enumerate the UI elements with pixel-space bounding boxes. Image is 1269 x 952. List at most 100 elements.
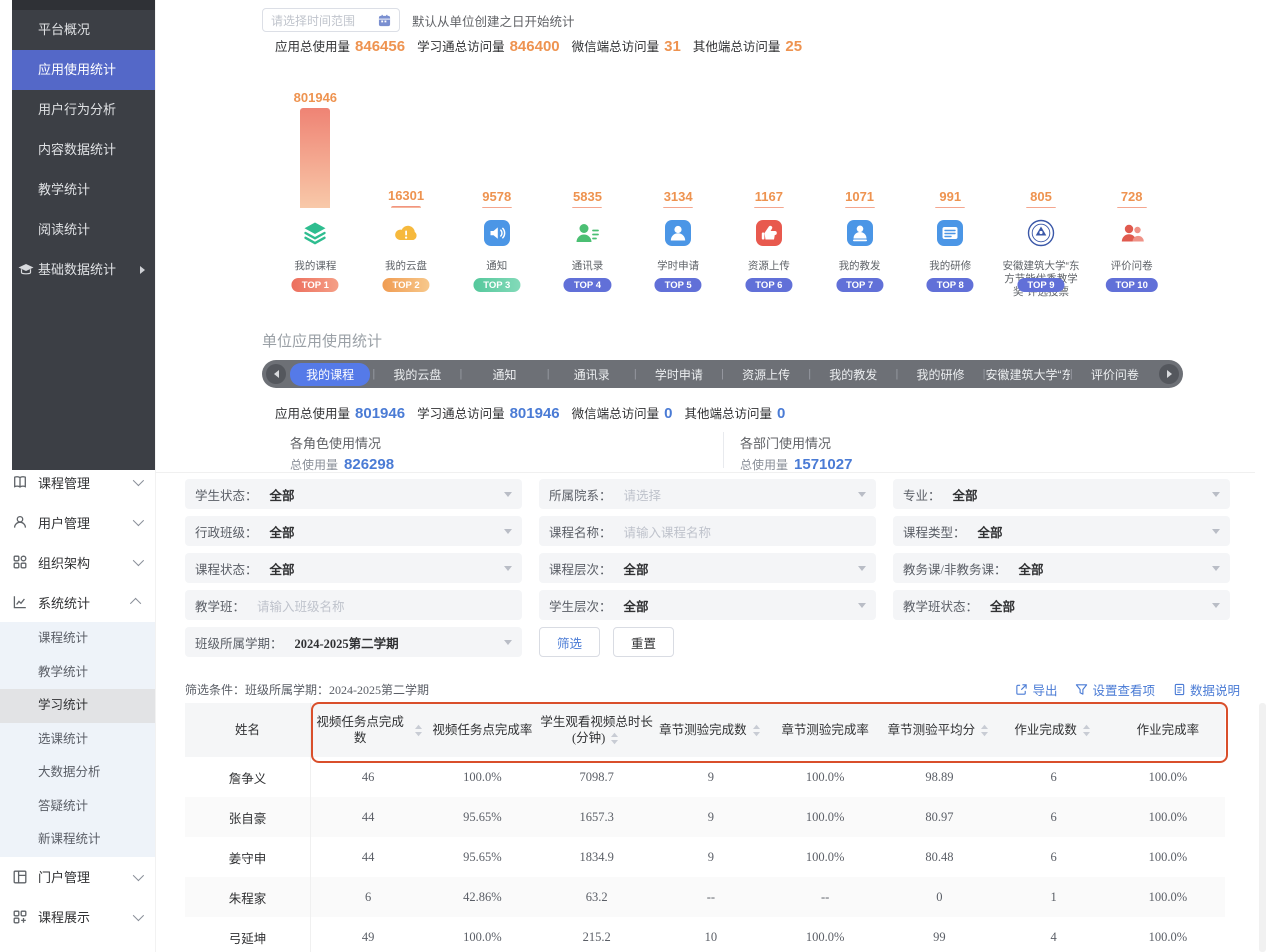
cloud-disk-icon xyxy=(392,219,420,247)
sort-icon[interactable] xyxy=(1080,724,1093,737)
chevron-down-icon xyxy=(133,515,144,526)
tab-我的教发[interactable]: 我的教发 xyxy=(811,366,895,383)
bar-value: 991 xyxy=(905,189,996,204)
data-cell: 100.0% xyxy=(1111,770,1225,785)
filter-course-status[interactable]: 课程状态：全部 xyxy=(185,553,522,583)
usage-summary-row: 各角色使用情况 总使用量826298 各部门使用情况 总使用量1571027 xyxy=(155,430,1255,473)
sidebar-item-reading-stats[interactable]: 阅读统计 xyxy=(12,210,155,250)
sidebar-item-platform-overview[interactable]: 平台概况 xyxy=(12,10,155,50)
tab-我的云盘[interactable]: 我的云盘 xyxy=(375,366,459,383)
tab-通讯录[interactable]: 通讯录 xyxy=(550,366,634,383)
stat-label: 应用总使用量 xyxy=(275,403,350,422)
sort-icon[interactable] xyxy=(412,724,425,737)
filter-course-name[interactable]: 课程名称：请输入课程名称 xyxy=(539,516,876,546)
filter-department[interactable]: 所属院系：请选择 xyxy=(539,479,876,509)
sidebar-item-big-data-analysis[interactable]: 大数据分析 xyxy=(0,756,155,790)
filter-teaching-class[interactable]: 教学班：请输入班级名称 xyxy=(185,590,522,620)
sidebar-item-label: 基础数据统计 xyxy=(38,262,116,277)
chart-icon xyxy=(12,594,28,610)
column-header-2[interactable]: 视频任务点完成数 xyxy=(311,703,425,757)
filter-student-status[interactable]: 学生状态：全部 xyxy=(185,479,522,509)
sidebar-item-system-stats[interactable]: 系统统计 xyxy=(0,582,155,622)
sidebar-item-course-stats[interactable]: 课程统计 xyxy=(0,622,155,656)
header-label: 视频任务点完成数 xyxy=(311,714,409,746)
filter-label: 班级所属学期： xyxy=(195,633,283,652)
filter-form: 学生状态：全部所属院系：请选择专业：全部行政班级：全部课程名称：请输入课程名称课… xyxy=(185,479,1230,657)
column-header-4[interactable]: 学生观看视频总时长(分钟) xyxy=(540,703,654,757)
sidebar-item-new-course-stats[interactable]: 新课程统计 xyxy=(0,823,155,857)
column-header-8[interactable]: 作业完成数 xyxy=(997,703,1111,757)
set-view-items-link[interactable]: 设置查看项 xyxy=(1075,680,1155,699)
statistics-flyout-menu: 平台概况应用使用统计用户行为分析内容数据统计教学统计阅读统计基础数据统计 xyxy=(12,0,155,470)
contacts-icon xyxy=(573,219,601,247)
filter-course-type[interactable]: 课程类型：全部 xyxy=(893,516,1230,546)
filter-admin-class[interactable]: 行政班级：全部 xyxy=(185,516,522,546)
app-label: 资源上传 xyxy=(727,260,812,273)
date-range-input[interactable]: 请选择时间范围 xyxy=(262,8,400,32)
sidebar-item-course-selection-stats[interactable]: 选课统计 xyxy=(0,723,155,757)
top-badge: TOP 1 xyxy=(292,278,339,292)
chart-column: 9578通知TOP 3 xyxy=(451,90,542,305)
data-cell: 100.0% xyxy=(1111,810,1225,825)
app-label: 我的课程 xyxy=(273,260,358,273)
column-header-6: 章节测验完成率 xyxy=(768,703,882,757)
chart-column: 801946我的课程TOP 1 xyxy=(270,90,361,305)
bar-3 xyxy=(482,207,512,209)
sidebar-item-teaching-stats[interactable]: 教学统计 xyxy=(12,170,155,210)
filter-course-level[interactable]: 课程层次：全部 xyxy=(539,553,876,583)
export-link[interactable]: 导出 xyxy=(1015,680,1057,699)
tab-安徽建筑大学“东[interactable]: 安徽建筑大学“东 xyxy=(986,366,1070,383)
filter-student-level[interactable]: 学生层次：全部 xyxy=(539,590,876,620)
reset-button[interactable]: 重置 xyxy=(613,627,674,657)
app-label: 我的云盘 xyxy=(364,260,449,273)
tab-评价问卷[interactable]: 评价问卷 xyxy=(1073,366,1157,383)
tab-我的研修[interactable]: 我的研修 xyxy=(898,366,982,383)
data-cell: 9 xyxy=(654,810,768,825)
sidebar-item-qa-stats[interactable]: 答疑统计 xyxy=(0,790,155,824)
filter-button[interactable]: 筛选 xyxy=(539,627,600,657)
filter-academic-course[interactable]: 教务课/非教务课：全部 xyxy=(893,553,1230,583)
tab-通知[interactable]: 通知 xyxy=(462,366,546,383)
filter-placeholder: 请输入班级名称 xyxy=(257,596,345,615)
bar-1 xyxy=(300,108,330,208)
tab-学时申请[interactable]: 学时申请 xyxy=(637,366,721,383)
sidebar-item-learning-stats[interactable]: 学习统计 xyxy=(0,689,155,723)
filter-value: 全部 xyxy=(270,485,295,504)
sort-icon[interactable] xyxy=(750,724,763,737)
column-header-1: 姓名 xyxy=(185,703,311,757)
sidebar-item-user-behavior-analysis[interactable]: 用户行为分析 xyxy=(12,90,155,130)
sidebar-item-user-management[interactable]: 用户管理 xyxy=(0,502,155,542)
vertical-scrollbar[interactable] xyxy=(1259,703,1266,952)
chevron-down-icon xyxy=(858,603,866,608)
unit-section-title: 单位应用使用统计 xyxy=(262,330,382,351)
sidebar-item-app-usage-stats[interactable]: 应用使用统计 xyxy=(12,50,155,90)
tab-scroll-left-button[interactable] xyxy=(266,364,286,384)
stat-label: 学习通总访问量 xyxy=(417,403,505,422)
tab-我的课程[interactable]: 我的课程 xyxy=(288,363,372,386)
filter-semester[interactable]: 班级所属学期： 2024-2025第二学期 xyxy=(185,627,522,657)
header-label: 学生观看视频总时长 xyxy=(540,714,653,730)
sidebar-item-portal-management[interactable]: 门户管理 xyxy=(0,857,155,897)
sidebar-item-basic-data-stats[interactable]: 基础数据统计 xyxy=(12,250,155,290)
column-header-5[interactable]: 章节测验完成数 xyxy=(654,703,768,757)
filter-major[interactable]: 专业：全部 xyxy=(893,479,1230,509)
filter-teaching-class-status[interactable]: 教学班状态：全部 xyxy=(893,590,1230,620)
condition-value: 班级所属学期：2024-2025第二学期 xyxy=(245,681,429,698)
sidebar-item-org-structure[interactable]: 组织架构 xyxy=(0,542,155,582)
role-usage-label: 总使用量 xyxy=(290,458,338,472)
column-header-7[interactable]: 章节测验平均分 xyxy=(882,703,996,757)
filter-value: 2024-2025第二学期 xyxy=(295,633,399,652)
app-label: 我的教发 xyxy=(817,260,902,273)
data-description-link[interactable]: 数据说明 xyxy=(1173,680,1240,699)
sidebar-item-content-data-stats[interactable]: 内容数据统计 xyxy=(12,130,155,170)
tab-scroll-right-button[interactable] xyxy=(1159,364,1179,384)
sidebar-item-teaching-stats-sub[interactable]: 教学统计 xyxy=(0,656,155,690)
sidebar-item-course-display[interactable]: 课程展示 xyxy=(0,897,155,937)
bar-4 xyxy=(572,207,602,209)
tab-资源上传[interactable]: 资源上传 xyxy=(724,366,808,383)
action-label: 设置查看项 xyxy=(1092,680,1155,699)
sort-icon[interactable] xyxy=(608,732,621,745)
sort-icon[interactable] xyxy=(978,724,991,737)
date-range-placeholder: 请选择时间范围 xyxy=(271,12,378,29)
bar-value: 9578 xyxy=(451,189,542,204)
